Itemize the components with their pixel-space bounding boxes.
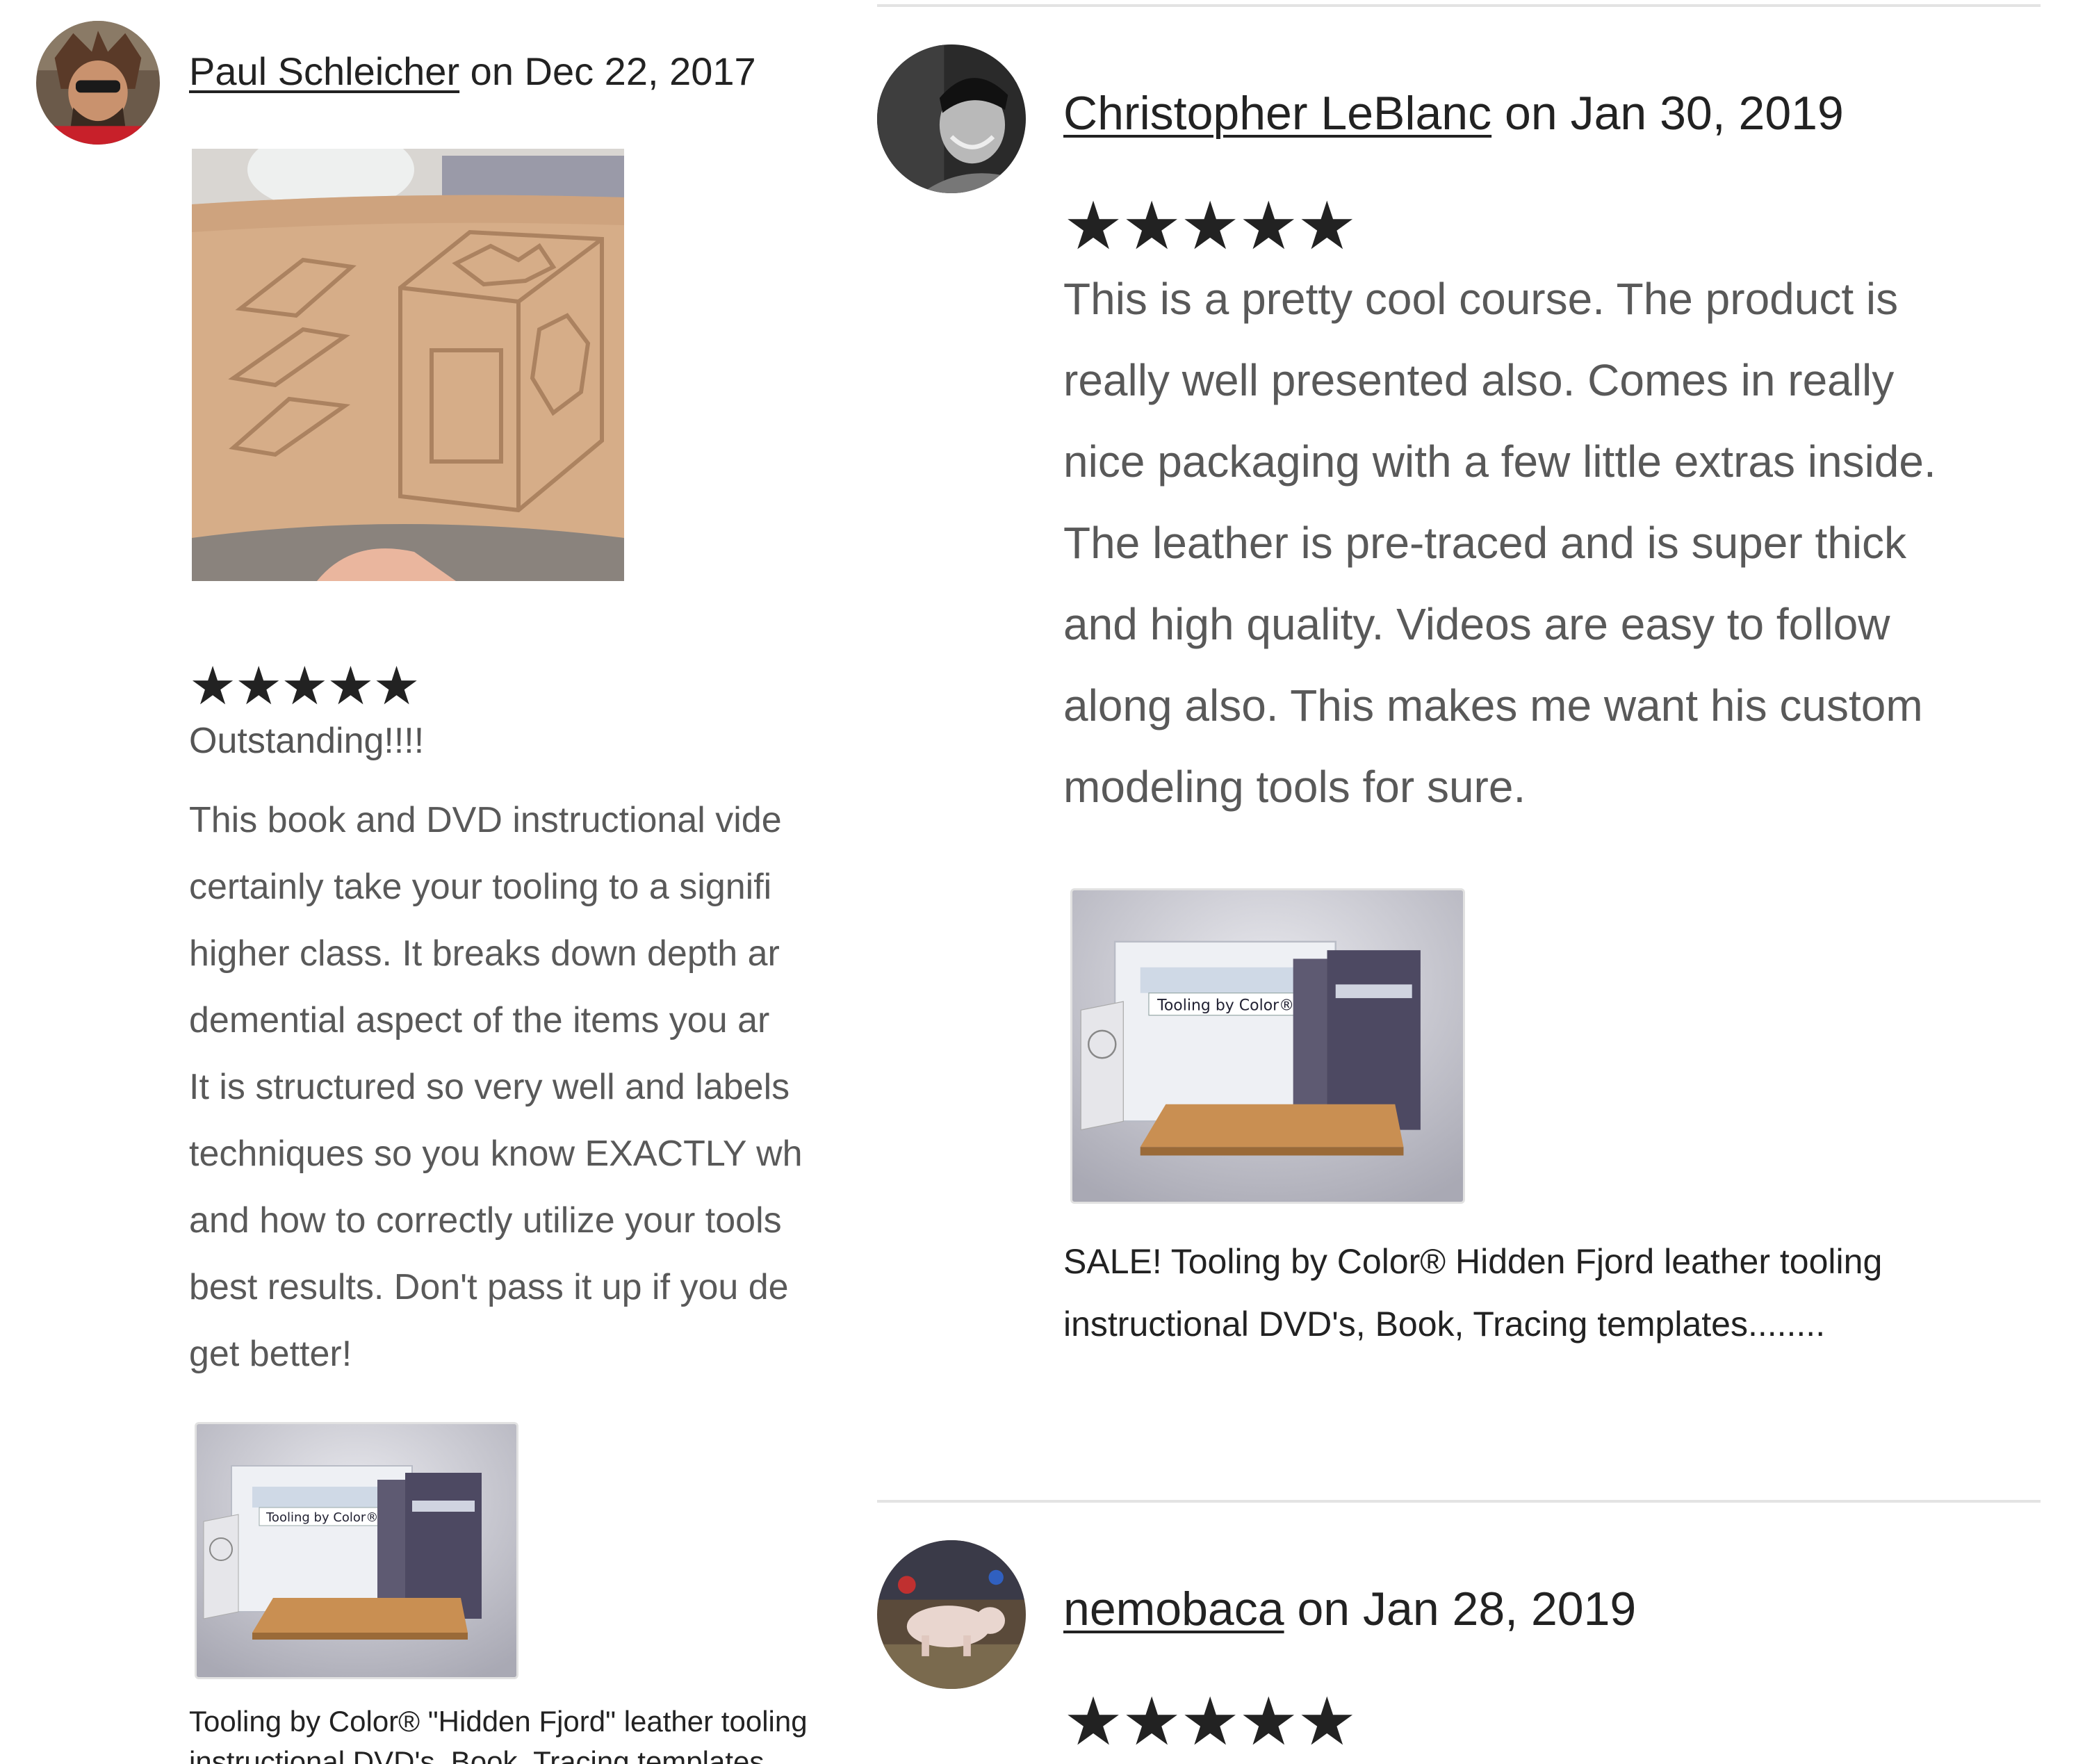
review-body: This is a pretty cool course. The produc…	[1063, 259, 2064, 835]
review-body-line: higher class. It breaks down depth ar	[189, 933, 780, 974]
review-body-line: The leather is pre-traced and is super t…	[1063, 518, 1907, 568]
review-date: Jan 28, 2019	[1363, 1583, 1637, 1635]
rating-stars: ★★★★★	[189, 657, 420, 716]
product-thumbnail[interactable]: Tooling by Color®	[195, 1422, 518, 1679]
review-body-line: along also. This makes me want his custo…	[1063, 680, 1923, 730]
divider	[877, 4, 2041, 7]
review-on-word: on	[1505, 87, 1557, 140]
product-caption-link[interactable]: Tooling by Color® "Hidden Fjord" leather…	[189, 1701, 831, 1764]
product-caption-line: instructional DVD's, Book, Tracing templ…	[1063, 1305, 1826, 1344]
review-header: Paul Schleicher on Dec 22, 2017	[189, 49, 756, 94]
product-caption-line: SALE! Tooling by Color® Hidden Fjord lea…	[1063, 1242, 1883, 1281]
review-body-line: and high quality. Videos are easy to fol…	[1063, 599, 1890, 649]
review-header: nemobaca on Jan 28, 2019	[1063, 1582, 1636, 1636]
product-thumbnail[interactable]: Tooling by Color®	[1070, 888, 1465, 1204]
reviewer-avatar[interactable]	[877, 1540, 1026, 1689]
review-header: Christopher LeBlanc on Jan 30, 2019	[1063, 86, 1844, 140]
reviewer-name-link[interactable]: Paul Schleicher	[189, 49, 459, 93]
review-body-line: This is a pretty cool course. The produc…	[1063, 274, 1899, 324]
review-title: Outstanding!!!!	[189, 721, 425, 761]
review-body: This book and DVD instructional vide cer…	[189, 787, 831, 1398]
reviewer-name-link[interactable]: Christopher LeBlanc	[1063, 87, 1491, 140]
review-body-line: certainly take your tooling to a signifi	[189, 867, 772, 907]
reviewer-avatar[interactable]	[36, 21, 160, 145]
product-caption-line: instructional DVD's, Book, Tracing templ…	[189, 1745, 764, 1764]
review-body-line: This book and DVD instructional vide	[189, 800, 782, 840]
reviewer-name-link[interactable]: nemobaca	[1063, 1583, 1284, 1635]
divider	[877, 1500, 2041, 1503]
review-body-line: techniques so you know EXACTLY wh	[189, 1134, 803, 1174]
rating-stars: ★★★★★	[1063, 1685, 1357, 1759]
review-on-word: on	[1297, 1583, 1350, 1635]
review-date: Jan 30, 2019	[1570, 87, 1844, 140]
product-cover-title: Tooling by Color®	[1156, 997, 1294, 1014]
product-cover-title: Tooling by Color®	[265, 1510, 378, 1525]
review-photo[interactable]	[192, 149, 624, 581]
review-body-line: really well presented also. Comes in rea…	[1063, 355, 1895, 405]
review-body-line: modeling tools for sure.	[1063, 762, 1526, 812]
product-caption-line: Tooling by Color® "Hidden Fjord" leather…	[189, 1705, 808, 1738]
review-body-line: demential aspect of the items you ar	[189, 1000, 770, 1040]
review-body-line: and how to correctly utilize your tools	[189, 1200, 782, 1241]
review-body-line: It is structured so very well and labels	[189, 1067, 790, 1107]
product-caption-link[interactable]: SALE! Tooling by Color® Hidden Fjord lea…	[1063, 1230, 2050, 1355]
rating-stars: ★★★★★	[1063, 189, 1357, 263]
review-date: Dec 22, 2017	[524, 49, 756, 93]
review-body-line: nice packaging with a few little extras …	[1063, 436, 1936, 487]
review-body-line: get better!	[189, 1334, 352, 1374]
reviewer-avatar[interactable]	[877, 44, 1026, 193]
review-body-line: best results. Don't pass it up if you de	[189, 1267, 789, 1307]
review-on-word: on	[470, 49, 514, 93]
